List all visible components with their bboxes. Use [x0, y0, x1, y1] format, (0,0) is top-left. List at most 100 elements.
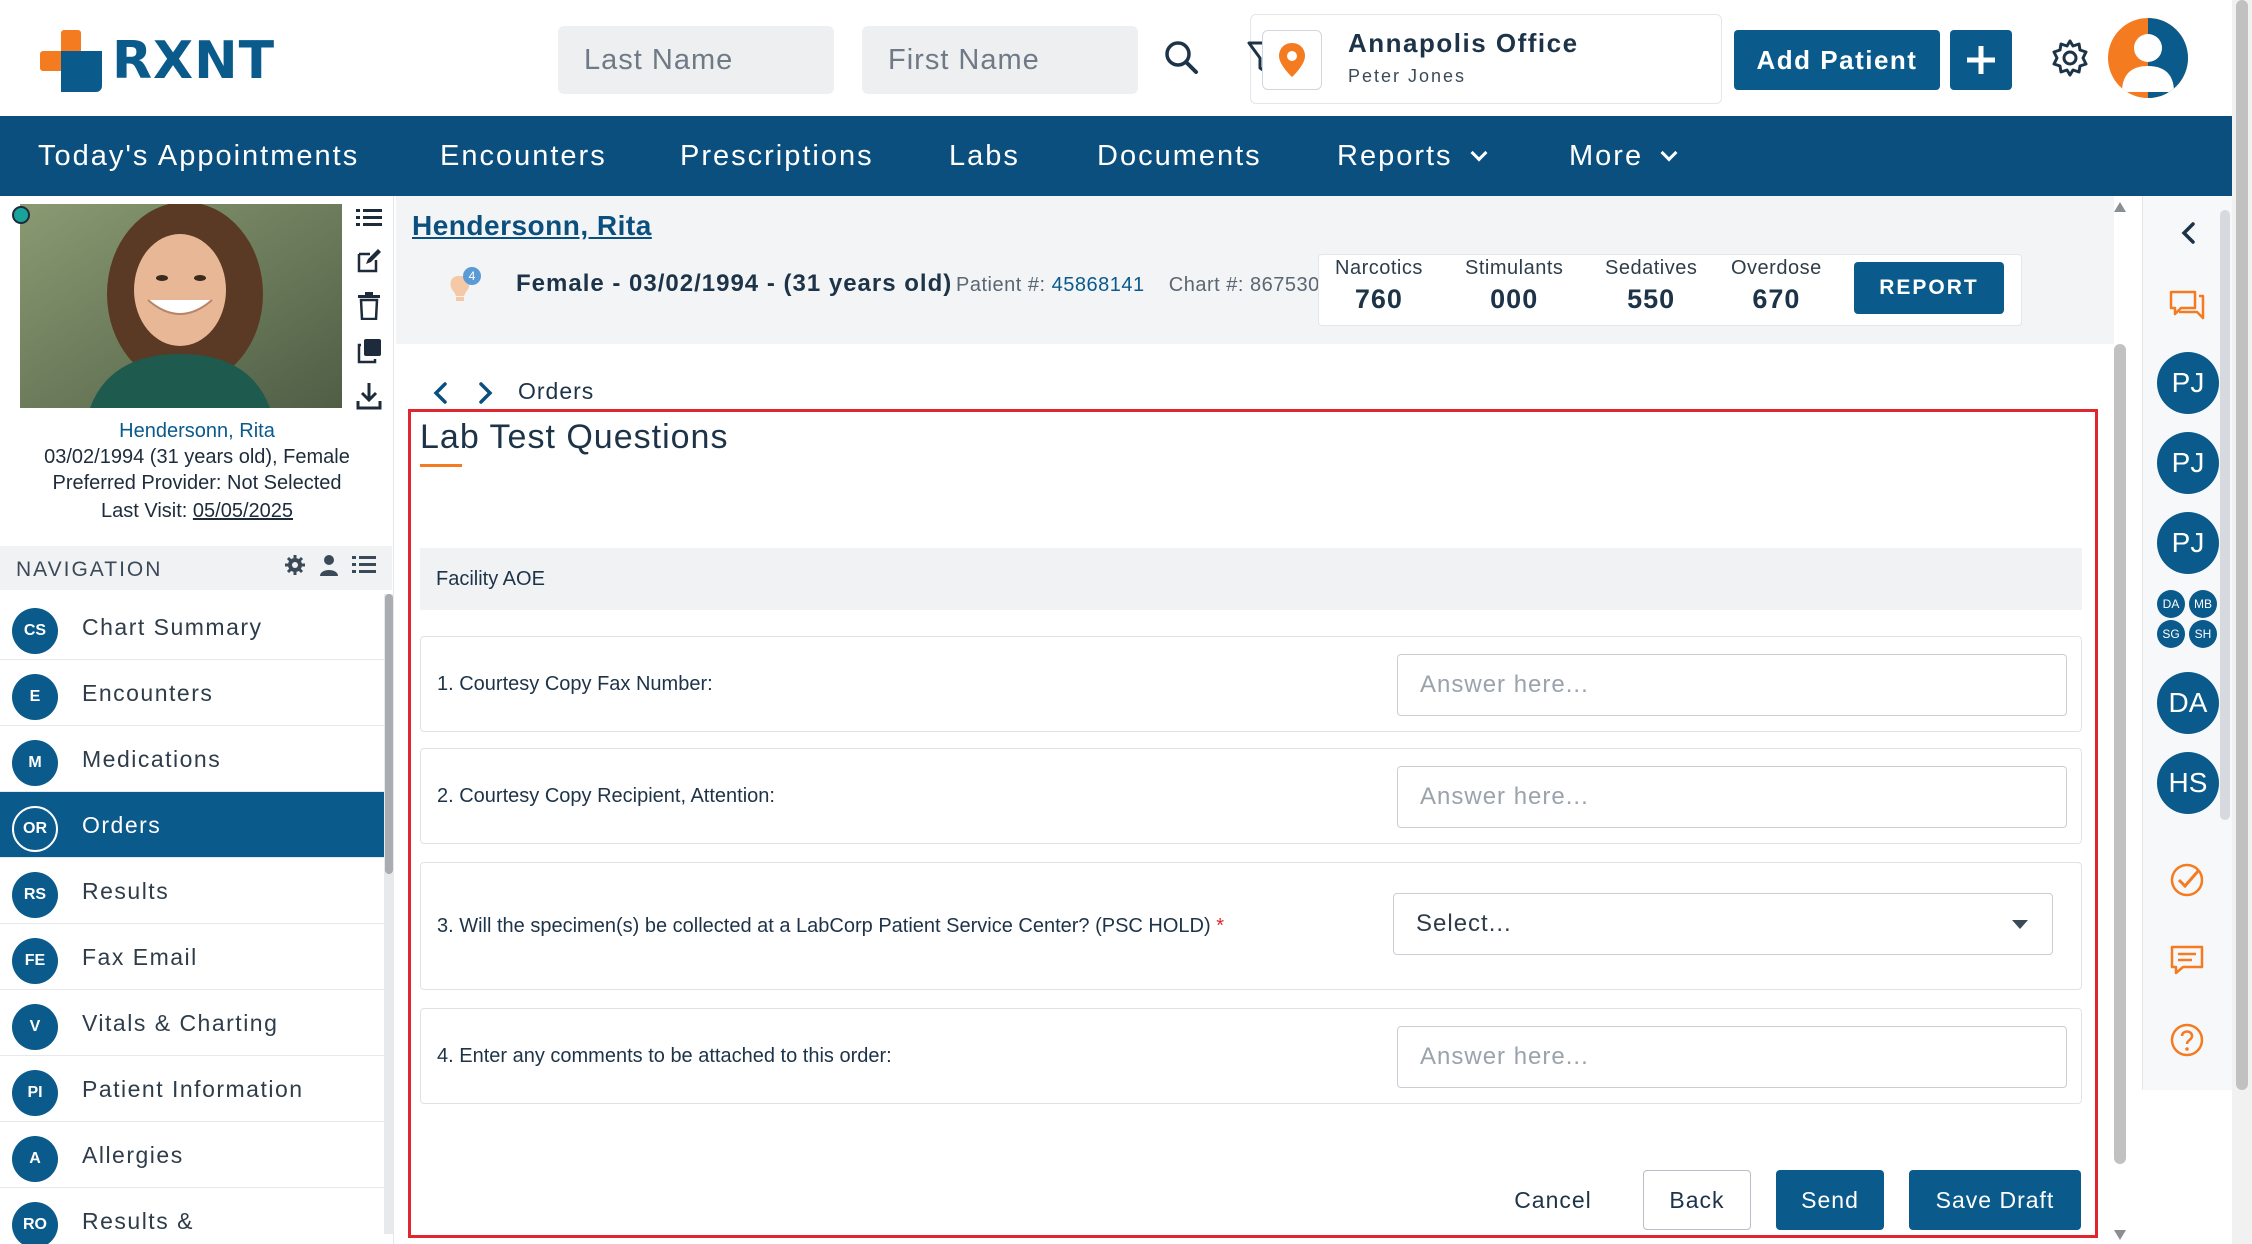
- nav-allergies[interactable]: A Allergies: [0, 1122, 384, 1188]
- answer-input-1[interactable]: [1397, 654, 2067, 716]
- nav-reports[interactable]: Reports: [1337, 140, 1488, 173]
- select-value: Select...: [1416, 910, 1512, 937]
- nav-medications[interactable]: M Medications: [0, 726, 384, 792]
- add-patient-button[interactable]: Add Patient: [1734, 30, 1940, 90]
- avatar-pj-3[interactable]: PJ: [2157, 512, 2219, 574]
- help-icon[interactable]: [2167, 1020, 2207, 1060]
- avatar-da[interactable]: DA: [2157, 672, 2219, 734]
- title-accent: [420, 464, 462, 467]
- question-text: 3. Will the specimen(s) be collected at …: [437, 915, 1224, 938]
- count-sedatives: Sedatives 550: [1605, 257, 1697, 315]
- nav-documents[interactable]: Documents: [1097, 140, 1262, 173]
- count-value: 760: [1354, 284, 1403, 314]
- chevron-right-icon[interactable]: [476, 380, 496, 406]
- nav-label: Patient Information: [82, 1076, 304, 1102]
- message-icon[interactable]: [2167, 940, 2207, 980]
- question-card-1: 1. Courtesy Copy Fax Number:: [420, 636, 2082, 732]
- patient-name-link[interactable]: Hendersonn, Rita: [0, 420, 394, 443]
- nav-badge: RO: [12, 1202, 58, 1244]
- last-visit: Last Visit: 05/05/2025: [0, 500, 394, 523]
- nav-label: Medications: [82, 746, 222, 772]
- mini-avatar-mb[interactable]: MB: [2189, 590, 2217, 618]
- save-draft-button[interactable]: Save Draft: [1909, 1170, 2081, 1230]
- avatar-hs[interactable]: HS: [2157, 752, 2219, 814]
- nav-encounters[interactable]: Encounters: [440, 140, 607, 173]
- patient-num-value[interactable]: 45868141: [1052, 274, 1145, 296]
- office-name: Annapolis Office: [1348, 28, 1579, 58]
- count-label: Overdose: [1731, 257, 1822, 279]
- user-silhouette-icon: [2122, 34, 2174, 92]
- last-name-input[interactable]: [558, 26, 834, 94]
- first-name-input[interactable]: [862, 26, 1138, 94]
- collapse-chevron-icon[interactable]: [2179, 220, 2199, 246]
- nav-chart-summary[interactable]: CS Chart Summary: [0, 594, 384, 660]
- nav-fax-email[interactable]: FE Fax Email: [0, 924, 384, 990]
- chevron-down-icon: [1470, 144, 1488, 162]
- back-button[interactable]: Back: [1643, 1170, 1751, 1230]
- nav-orders[interactable]: OR Orders: [0, 792, 384, 858]
- rail-scrollbar[interactable]: [2220, 210, 2230, 820]
- nav-patient-information[interactable]: PI Patient Information: [0, 1056, 384, 1122]
- patient-demographics: Female - 03/02/1994 - (31 years old): [516, 270, 953, 297]
- cancel-button[interactable]: Cancel: [1498, 1170, 1608, 1230]
- mini-avatar-da[interactable]: DA: [2157, 590, 2185, 618]
- last-visit-date[interactable]: 05/05/2025: [193, 500, 293, 522]
- count-value: 670: [1752, 284, 1801, 314]
- content-scrollbar[interactable]: [2110, 200, 2130, 1244]
- nav-results-and[interactable]: RO Results &: [0, 1188, 384, 1244]
- nav-todays-appointments[interactable]: Today's Appointments: [38, 140, 359, 173]
- nav-labs[interactable]: Labs: [949, 140, 1020, 173]
- nav-vitals-charting[interactable]: V Vitals & Charting: [0, 990, 384, 1056]
- alert-bulb-icon[interactable]: 4: [444, 266, 484, 306]
- count-label: Narcotics: [1335, 257, 1423, 279]
- location-button[interactable]: [1262, 30, 1322, 90]
- nav-more[interactable]: More: [1569, 140, 1678, 173]
- mini-avatar-sh[interactable]: SH: [2189, 620, 2217, 648]
- send-button[interactable]: Send: [1776, 1170, 1884, 1230]
- rxnt-logo[interactable]: RXNT: [40, 30, 275, 92]
- nav-scrollbar[interactable]: [384, 594, 394, 1234]
- nav-encounters-side[interactable]: E Encounters: [0, 660, 384, 726]
- chevron-left-icon[interactable]: [430, 380, 450, 406]
- question-text: 2. Courtesy Copy Recipient, Attention:: [437, 785, 775, 807]
- nav-prescriptions[interactable]: Prescriptions: [680, 140, 874, 173]
- question-card-3: 3. Will the specimen(s) be collected at …: [420, 862, 2082, 990]
- report-button[interactable]: REPORT: [1854, 262, 2004, 314]
- psc-hold-select[interactable]: Select...: [1393, 893, 2053, 955]
- count-overdose: Overdose 670: [1731, 257, 1822, 315]
- chat-bubbles-icon[interactable]: [2167, 284, 2207, 324]
- patient-header-name[interactable]: Hendersonn, Rita: [412, 210, 652, 242]
- gear-icon[interactable]: [2050, 38, 2090, 78]
- add-plus-button[interactable]: [1950, 30, 2012, 90]
- nav-more-label: More: [1569, 140, 1644, 172]
- right-rail: PJ PJ PJ DA MB SG SH DA HS: [2142, 196, 2232, 1090]
- patient-tools: [356, 206, 386, 428]
- search-icon[interactable]: [1160, 36, 1204, 80]
- nav-label: Orders: [82, 812, 162, 838]
- navigation-header: NAVIGATION: [0, 546, 392, 590]
- nav-list-icon[interactable]: [352, 554, 376, 576]
- check-circle-icon[interactable]: [2167, 860, 2207, 900]
- answer-input-4[interactable]: [1397, 1026, 2067, 1088]
- nav-badge: CS: [12, 608, 58, 654]
- edit-icon[interactable]: [356, 248, 382, 274]
- chart-num-value: 867530: [1250, 274, 1320, 296]
- trash-icon[interactable]: [356, 292, 382, 320]
- copy-icon[interactable]: [356, 338, 382, 364]
- patient-nav-list: CS Chart Summary E Encounters M Medications…: [0, 594, 384, 1244]
- answer-input-2[interactable]: [1397, 766, 2067, 828]
- nav-person-icon[interactable]: [318, 554, 340, 576]
- avatar-pj-1[interactable]: PJ: [2157, 352, 2219, 414]
- download-icon[interactable]: [356, 382, 382, 410]
- nav-settings-icon[interactable]: [284, 554, 306, 576]
- nav-results[interactable]: RS Results: [0, 858, 384, 924]
- list-icon[interactable]: [356, 206, 382, 230]
- question-3-label: 3. Will the specimen(s) be collected at …: [437, 915, 1211, 937]
- page-scrollbar[interactable]: [2232, 0, 2252, 1244]
- location-pin-icon: [1279, 43, 1305, 77]
- user-avatar[interactable]: [2108, 18, 2188, 98]
- avatar-pj-2[interactable]: PJ: [2157, 432, 2219, 494]
- required-marker: *: [1216, 915, 1225, 937]
- logo-text: RXNT: [112, 31, 276, 91]
- mini-avatar-sg[interactable]: SG: [2157, 620, 2185, 648]
